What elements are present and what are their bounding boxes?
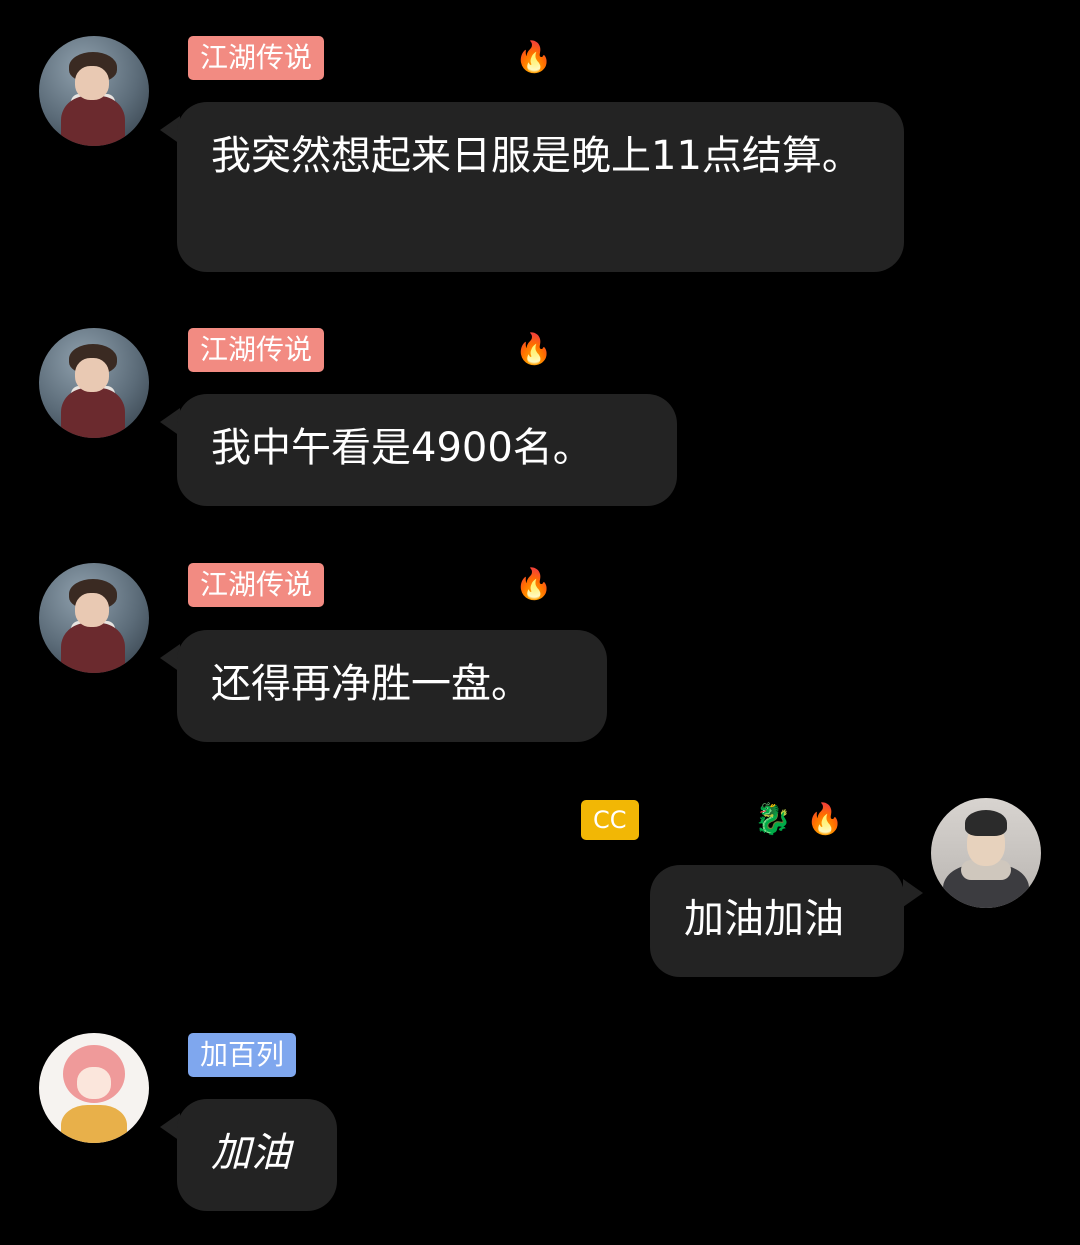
dragon-icon: 🐉	[754, 802, 792, 837]
fire-icon: 🔥	[515, 40, 553, 75]
message-text: 加油加油	[684, 896, 844, 942]
fire-icon: 🔥	[515, 567, 553, 602]
own-avatar[interactable]	[931, 798, 1041, 908]
sender-avatar[interactable]	[39, 36, 149, 146]
sender-name-tag[interactable]: 江湖传说	[188, 563, 325, 607]
sender-name-tag[interactable]: 江湖传说	[188, 36, 325, 80]
message-text: 我突然想起来日服是晚上11点结算。	[211, 133, 862, 179]
message-bubble[interactable]: 加油	[177, 1099, 337, 1211]
sender-name-tag[interactable]: 加百列	[188, 1033, 297, 1077]
sender-avatar[interactable]	[39, 563, 149, 673]
sender-name-tag[interactable]: 江湖传说	[188, 328, 325, 372]
grinning-flower-icon: 😆	[852, 802, 884, 837]
message-bubble[interactable]: 我突然想起来日服是晚上11点结算。	[177, 102, 904, 272]
message-text: 加油	[211, 1130, 291, 1176]
message-text: 还得再净胜一盘。	[211, 661, 531, 707]
message-text: 我中午看是4900名。	[211, 425, 593, 471]
sender-name-tag[interactable]: CC	[581, 800, 639, 840]
message-bubble[interactable]: 还得再净胜一盘。	[177, 630, 607, 742]
message-bubble[interactable]: 加油加油	[650, 865, 904, 977]
fire-icon: 🔥	[806, 802, 844, 837]
message-bubble[interactable]: 我中午看是4900名。	[177, 394, 677, 506]
sender-avatar[interactable]	[39, 328, 149, 438]
fire-icon: 🔥	[515, 332, 553, 367]
sender-avatar[interactable]	[39, 1033, 149, 1143]
bubble-tail	[903, 879, 923, 907]
